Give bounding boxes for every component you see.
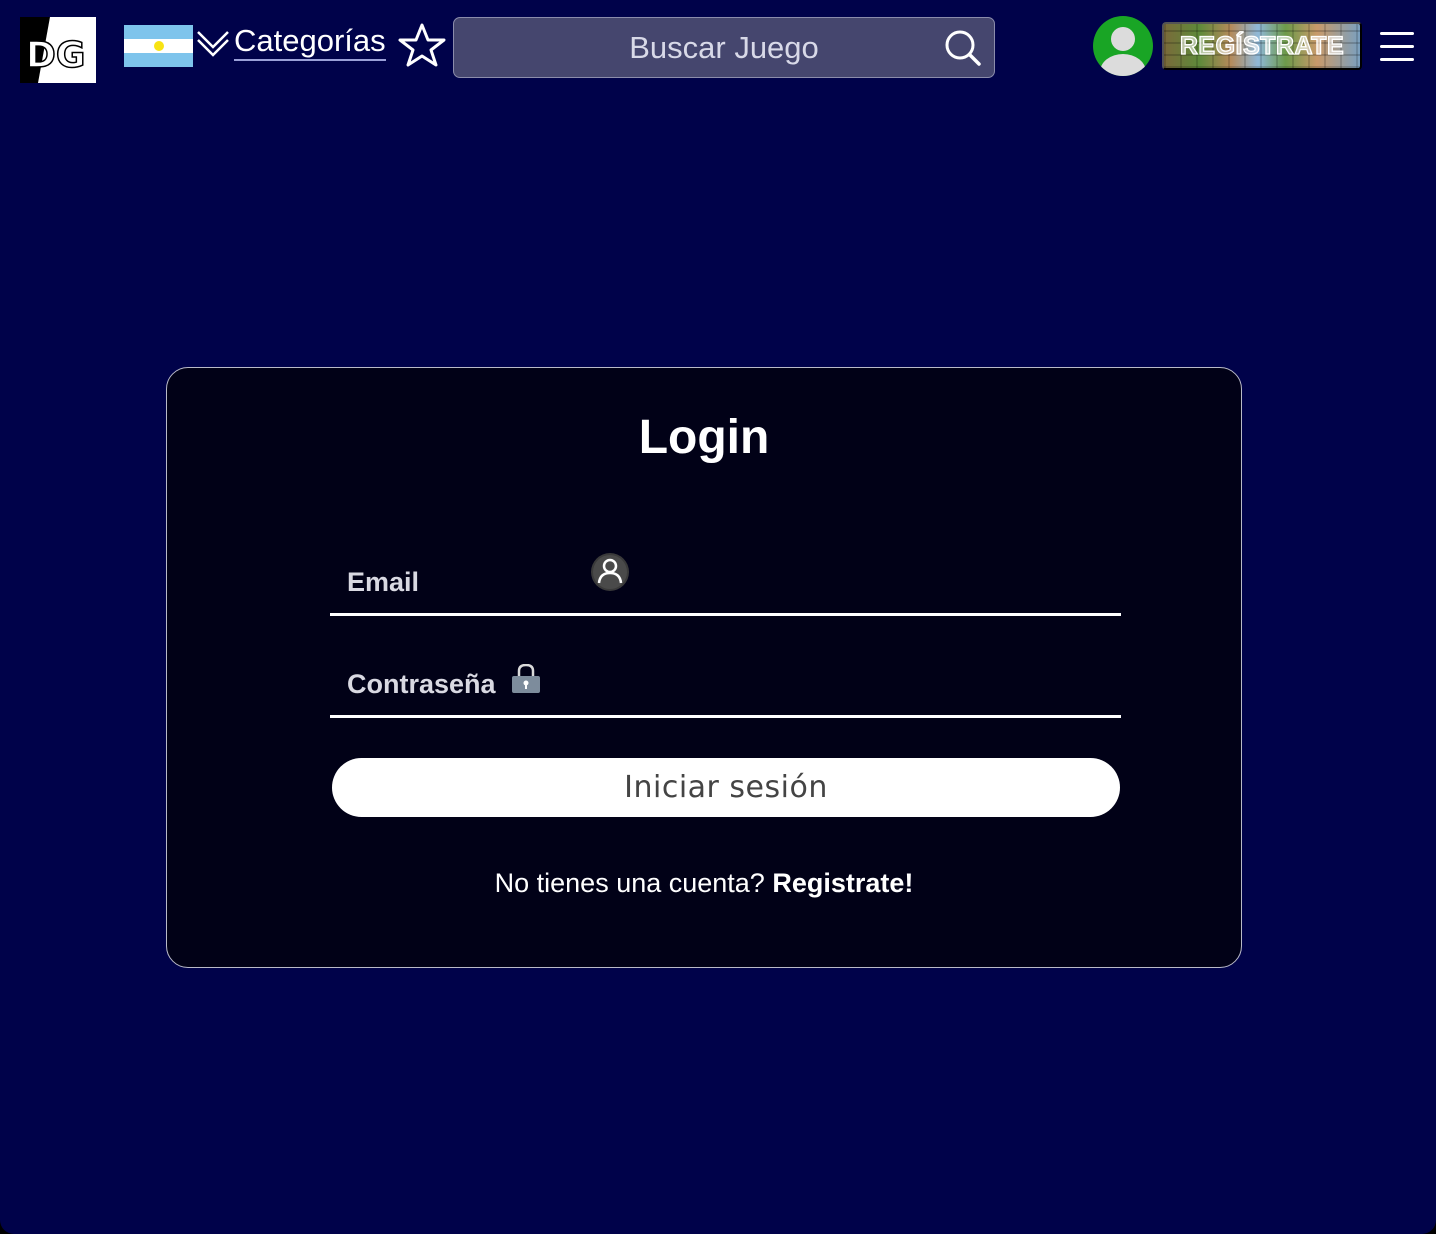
user-circle-icon (591, 553, 629, 591)
password-field[interactable]: Contraseña (330, 652, 1121, 718)
search-icon[interactable] (944, 29, 982, 67)
logo-text: DG (26, 35, 85, 76)
email-field[interactable]: Email (330, 550, 1121, 616)
register-button[interactable]: REGÍSTRATE (1162, 22, 1362, 70)
site-logo[interactable]: DG (20, 17, 96, 83)
email-label: Email (347, 567, 420, 597)
logo-icon: DG (20, 17, 86, 83)
login-title: Login (638, 411, 770, 464)
search-bar[interactable] (453, 17, 995, 78)
star-icon[interactable] (398, 22, 446, 68)
login-submit-button[interactable]: Iniciar sesión (332, 758, 1120, 817)
user-avatar-icon[interactable] (1093, 16, 1153, 76)
search-input[interactable] (454, 18, 994, 77)
categories-link[interactable]: Categorías (234, 24, 386, 61)
page: DG Categorías REGÍSTRATE Login (0, 0, 1436, 1234)
signup-prompt: No tienes una cuenta? Registrate! (167, 868, 1241, 899)
lock-icon (512, 664, 540, 693)
register-button-label: REGÍSTRATE (1179, 31, 1345, 60)
login-card: Login Email Contraseña Iniciar sesión No… (166, 367, 1242, 968)
chevron-down-icon[interactable] (196, 28, 230, 58)
password-label: Contraseña (347, 669, 496, 699)
hamburger-menu-icon[interactable] (1380, 32, 1414, 62)
argentina-flag-icon[interactable] (124, 25, 193, 67)
register-link[interactable]: Registrate! (772, 868, 913, 898)
email-input[interactable] (330, 550, 1121, 613)
signup-prompt-text: No tienes una cuenta? (494, 868, 773, 898)
